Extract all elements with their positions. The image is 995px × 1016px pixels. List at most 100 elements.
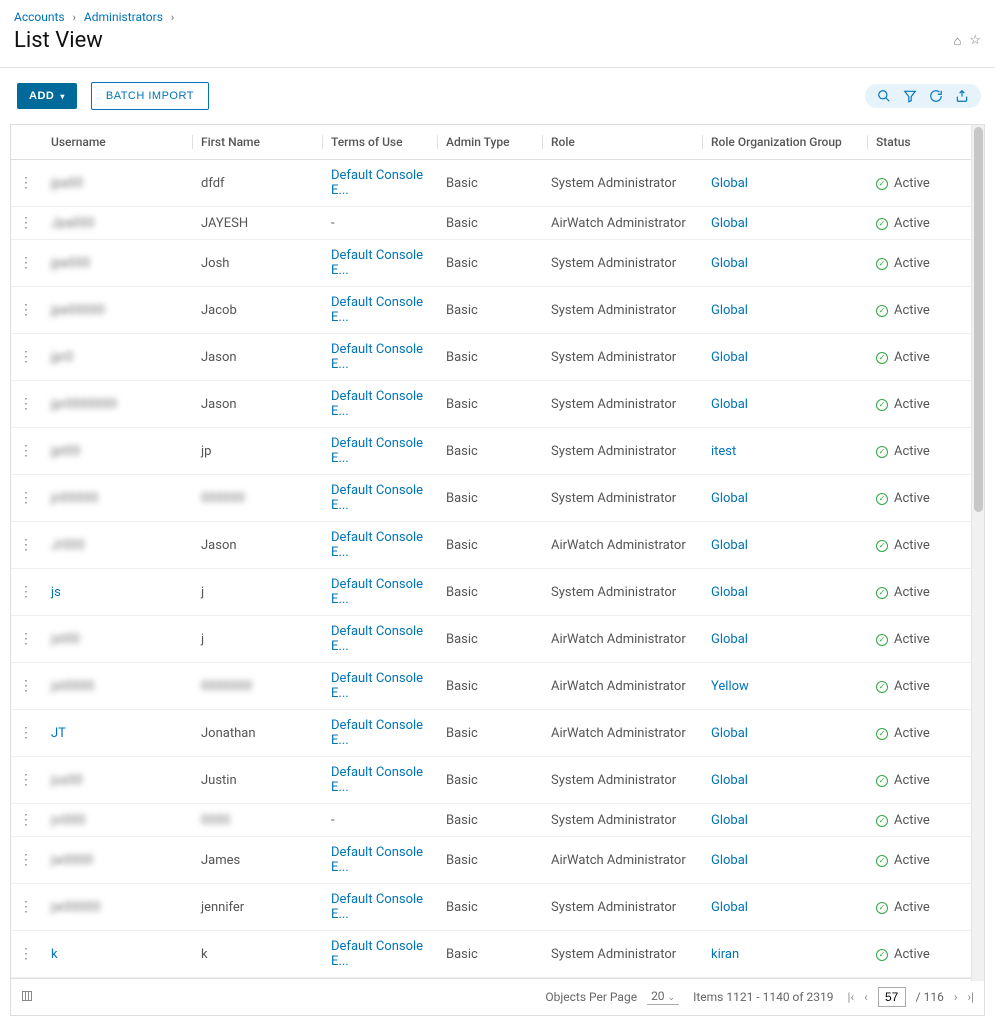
export-icon[interactable] (955, 89, 969, 103)
terms-link[interactable]: Default Console E... (331, 168, 423, 198)
row-menu-icon[interactable]: ⋮ (19, 537, 31, 553)
col-first-name[interactable]: First Name (193, 125, 323, 160)
col-terms[interactable]: Terms of Use (323, 125, 438, 160)
row-menu-icon[interactable]: ⋮ (19, 725, 31, 741)
role-group-link[interactable]: Global (711, 773, 748, 788)
terms-link[interactable]: Default Console E... (331, 845, 423, 875)
col-group[interactable]: Role Organization Group (703, 125, 868, 160)
terms-link[interactable]: Default Console E... (331, 718, 423, 748)
col-status[interactable]: Status (868, 125, 971, 160)
username-link[interactable]: Jpa000 (51, 216, 94, 231)
role-group-link[interactable]: Global (711, 256, 748, 271)
role-group-link[interactable]: Global (711, 900, 748, 915)
username-link[interactable]: JT (51, 726, 66, 741)
row-menu-icon[interactable]: ⋮ (19, 396, 31, 412)
per-page-select[interactable]: 20 ⌄ (647, 989, 679, 1005)
role-group-link[interactable]: Global (711, 350, 748, 365)
col-username[interactable]: Username (43, 125, 193, 160)
role-group-link[interactable]: Global (711, 813, 748, 828)
username-link[interactable]: jpr0 (51, 350, 73, 365)
row-menu-icon[interactable]: ⋮ (19, 812, 31, 828)
username-link[interactable]: jw00000 (51, 900, 100, 915)
username-link[interactable]: jpe000 (51, 256, 90, 271)
row-menu-icon[interactable]: ⋮ (19, 584, 31, 600)
terms-link[interactable]: Default Console E... (331, 342, 423, 372)
terms-link[interactable]: Default Console E... (331, 765, 423, 795)
role-group-link[interactable]: Global (711, 176, 748, 191)
row-menu-icon[interactable]: ⋮ (19, 215, 31, 231)
username-link[interactable]: jst00 (51, 632, 80, 647)
row-menu-icon[interactable]: ⋮ (19, 852, 31, 868)
scroll-thumb[interactable] (974, 127, 983, 512)
terms-link[interactable]: Default Console E... (331, 389, 423, 419)
role-group-link[interactable]: Global (711, 853, 748, 868)
next-page-button[interactable]: › (954, 990, 958, 1004)
row-menu-icon[interactable]: ⋮ (19, 255, 31, 271)
prev-page-button[interactable]: ‹ (864, 990, 868, 1004)
role-group-link[interactable]: Global (711, 303, 748, 318)
username-link[interactable]: jus00 (51, 773, 83, 788)
username-link[interactable]: jri00000 (51, 491, 98, 506)
terms-link[interactable]: Default Console E... (331, 624, 423, 654)
breadcrumb-accounts[interactable]: Accounts (14, 10, 65, 24)
status-text: Active (894, 585, 930, 600)
terms-link[interactable]: Default Console E... (331, 483, 423, 513)
username-link[interactable]: js (51, 585, 61, 600)
row-menu-icon[interactable]: ⋮ (19, 772, 31, 788)
columns-toggle-icon[interactable] (21, 990, 33, 1005)
terms-link[interactable]: Default Console E... (331, 892, 423, 922)
first-page-button[interactable]: |‹ (848, 990, 855, 1004)
role-group-link[interactable]: Yellow (711, 679, 749, 694)
row-menu-icon[interactable]: ⋮ (19, 631, 31, 647)
terms-link[interactable]: Default Console E... (331, 530, 423, 560)
terms-link[interactable]: Default Console E... (331, 939, 423, 969)
vertical-scrollbar[interactable] (971, 125, 984, 981)
search-icon[interactable] (877, 89, 891, 103)
batch-import-button[interactable]: BATCH IMPORT (91, 82, 209, 110)
role-group-link[interactable]: Global (711, 538, 748, 553)
username-link[interactable]: jpt00 (51, 444, 80, 459)
role-group-link[interactable]: kiran (711, 947, 739, 962)
username-link[interactable]: k (51, 947, 58, 962)
col-role[interactable]: Role (543, 125, 703, 160)
refresh-icon[interactable] (929, 89, 943, 103)
role-group-link[interactable]: Global (711, 585, 748, 600)
row-menu-icon[interactable]: ⋮ (19, 443, 31, 459)
username-link[interactable]: jvi000 (51, 813, 86, 828)
username-link[interactable]: Jr000 (51, 538, 85, 553)
current-page-input[interactable] (878, 987, 906, 1007)
row-menu-icon[interactable]: ⋮ (19, 349, 31, 365)
filter-icon[interactable] (903, 89, 917, 103)
role-group-link[interactable]: Global (711, 216, 748, 231)
username-link[interactable]: jpa00 (51, 176, 83, 191)
col-admin-type[interactable]: Admin Type (438, 125, 543, 160)
check-circle-icon: ✓ (876, 728, 888, 740)
row-menu-icon[interactable]: ⋮ (19, 490, 31, 506)
terms-link[interactable]: Default Console E... (331, 671, 423, 701)
terms-link[interactable]: Default Console E... (331, 248, 423, 278)
last-page-button[interactable]: ›| (967, 990, 974, 1004)
terms-link[interactable]: Default Console E... (331, 436, 423, 466)
role-group-link[interactable]: itest (711, 444, 736, 459)
username-link[interactable]: jpe00000 (51, 303, 105, 318)
role-group-link[interactable]: Global (711, 491, 748, 506)
username-link[interactable]: jst0000 (51, 679, 94, 694)
breadcrumb-administrators[interactable]: Administrators (84, 10, 163, 24)
terms-link[interactable]: Default Console E... (331, 577, 423, 607)
check-circle-icon: ✓ (876, 681, 888, 693)
role-group-link[interactable]: Global (711, 397, 748, 412)
role-group-link[interactable]: Global (711, 726, 748, 741)
row-menu-icon[interactable]: ⋮ (19, 302, 31, 318)
row-menu-icon[interactable]: ⋮ (19, 946, 31, 962)
role-group-link[interactable]: Global (711, 632, 748, 647)
admin-type: Basic (446, 726, 478, 741)
star-icon[interactable]: ☆ (969, 33, 981, 49)
row-menu-icon[interactable]: ⋮ (19, 678, 31, 694)
row-menu-icon[interactable]: ⋮ (19, 899, 31, 915)
row-menu-icon[interactable]: ⋮ (19, 175, 31, 191)
home-icon[interactable]: ⌂ (953, 33, 961, 49)
terms-link[interactable]: Default Console E... (331, 295, 423, 325)
add-button[interactable]: ADD ▾ (17, 83, 77, 109)
username-link[interactable]: jpr0000000 (51, 397, 117, 412)
username-link[interactable]: jw0000 (51, 853, 93, 868)
